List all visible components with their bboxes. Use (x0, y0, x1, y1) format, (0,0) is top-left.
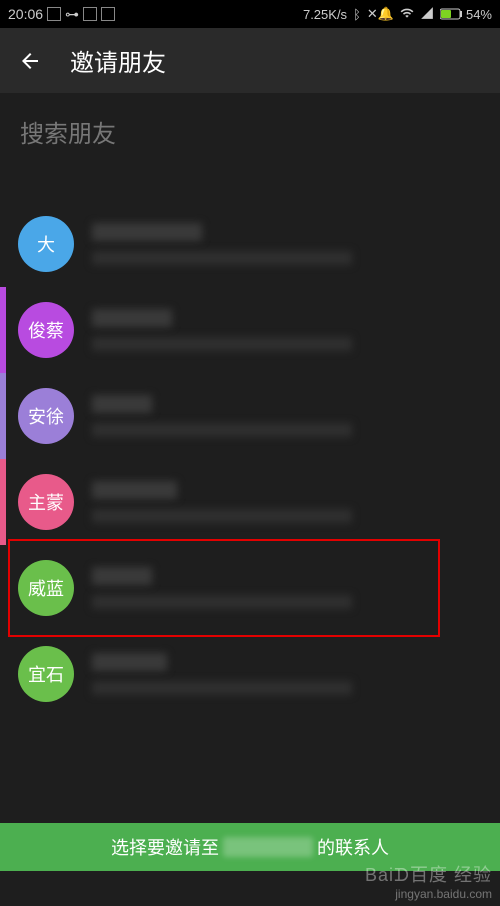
contact-info (92, 481, 482, 523)
status-icon-1 (47, 7, 61, 21)
contact-name-blurred (92, 481, 177, 499)
bluetooth-icon: ᛒ (353, 7, 361, 22)
contact-item[interactable]: 宜石 (0, 631, 500, 717)
contact-info (92, 309, 482, 351)
contact-item[interactable]: 安徐 (0, 373, 500, 459)
contact-info (92, 223, 482, 265)
network-speed: 7.25K/s (303, 7, 347, 22)
contact-item[interactable]: 威蓝 (0, 545, 500, 631)
contact-subtitle-blurred (92, 595, 352, 609)
contact-subtitle-blurred (92, 251, 352, 265)
selection-prefix: 选择要邀请至 (111, 834, 219, 860)
avatar: 俊蔡 (18, 302, 74, 358)
watermark: Baiᗪ百度 经验 jingyan.baidu.com (365, 865, 492, 901)
contact-subtitle-blurred (92, 423, 352, 437)
contact-info (92, 567, 482, 609)
status-time: 20:06 (8, 6, 43, 22)
status-key-icon: ⊶ (65, 6, 79, 23)
back-arrow-icon[interactable] (18, 49, 42, 73)
contact-item[interactable]: 大 (0, 201, 500, 287)
color-strip (0, 287, 6, 373)
wifi-icon (400, 6, 414, 23)
contact-name-blurred (92, 567, 152, 585)
contact-item[interactable]: 主蒙 (0, 459, 500, 545)
contact-list: 大俊蔡安徐主蒙威蓝宜石 (0, 167, 500, 717)
status-right: 7.25K/s ᛒ ✕🔔 54% (303, 6, 492, 23)
contact-subtitle-blurred (92, 681, 352, 695)
status-icon-2 (83, 7, 97, 21)
contact-name-blurred (92, 653, 167, 671)
avatar: 安徐 (18, 388, 74, 444)
selection-bar[interactable]: 选择要邀请至 的联系人 (0, 823, 500, 871)
contact-name-blurred (92, 223, 202, 241)
contact-name-blurred (92, 309, 172, 327)
search-input[interactable] (20, 121, 480, 149)
app-header: 邀请朋友 (0, 28, 500, 93)
page-title: 邀请朋友 (70, 43, 166, 78)
status-bar: 20:06 ⊶ 7.25K/s ᛒ ✕🔔 54% (0, 0, 500, 28)
contact-item[interactable]: 俊蔡 (0, 287, 500, 373)
watermark-url: jingyan.baidu.com (365, 887, 492, 901)
avatar: 宜石 (18, 646, 74, 702)
contact-subtitle-blurred (92, 337, 352, 351)
battery-icon: 54% (440, 7, 492, 22)
avatar: 主蒙 (18, 474, 74, 530)
signal-icon (420, 6, 434, 23)
search-area (0, 93, 500, 167)
contact-info (92, 653, 482, 695)
status-icon-3 (101, 7, 115, 21)
status-left: 20:06 ⊶ (8, 6, 115, 23)
avatar: 大 (18, 216, 74, 272)
watermark-logo: Baiᗪ百度 经验 (365, 865, 492, 887)
selection-target-blurred (223, 837, 313, 857)
silent-icon: ✕🔔 (367, 6, 394, 22)
contact-name-blurred (92, 395, 152, 413)
color-strip (0, 373, 6, 459)
color-strip (0, 459, 6, 545)
avatar: 威蓝 (18, 560, 74, 616)
contact-info (92, 395, 482, 437)
selection-suffix: 的联系人 (317, 834, 389, 860)
contact-subtitle-blurred (92, 509, 352, 523)
